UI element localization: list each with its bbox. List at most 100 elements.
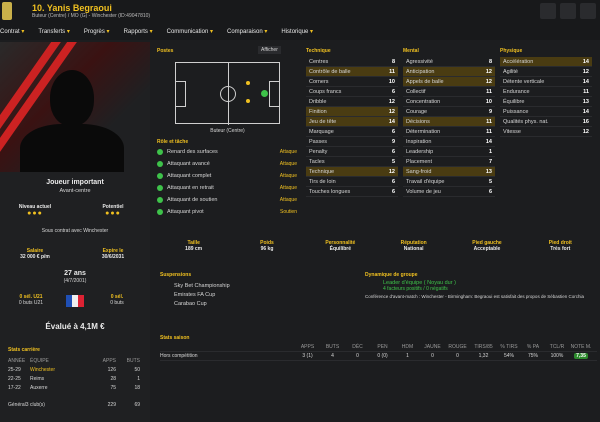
stats-row[interactable]: Hors compétition 3 (1) 4 00 (0) 10 0 1,32 … [160, 352, 597, 361]
current-ability: Niveau actuel ●●● [18, 204, 52, 217]
attribute-row[interactable]: Marquage 6 [306, 127, 398, 137]
mental-title: Mental [403, 48, 419, 54]
physique-attributes: Accélération 14 Agilité 12 Détente vertica… [500, 57, 592, 137]
career-row[interactable]: 17-22 Auxerre 75 18 [8, 383, 142, 392]
season-stats: Stats saison APPS BUTS DÉC PEN HDM JAUNE RO… [160, 335, 597, 361]
attribute-row[interactable]: Accélération 14 [500, 57, 592, 67]
attribute-row[interactable]: Concentration 10 [403, 97, 495, 107]
attribute-row[interactable]: Coups francs 6 [306, 87, 398, 97]
attribute-row[interactable]: Endurance 11 [500, 87, 592, 97]
attribute-row[interactable]: Dribble 12 [306, 97, 398, 107]
physique-title: Physique [500, 48, 523, 54]
personality[interactable]: Personnalité Équilibré [304, 240, 377, 268]
u21-caps: 0 sél. U21 0 buts U21 [18, 294, 44, 306]
attribute-row[interactable]: Détente verticale 14 [500, 77, 592, 87]
attribute-row[interactable]: Équilibre 13 [500, 97, 592, 107]
action-icon[interactable] [560, 3, 576, 19]
attribute-row[interactable]: Anticipation 12 [403, 67, 495, 77]
attribute-row[interactable]: Inspiration 14 [403, 137, 495, 147]
attribute-row[interactable]: Penalty 6 [306, 147, 398, 157]
nav-item[interactable]: Progrès [84, 28, 110, 38]
dynamics-text: Conférence d'avant-match : Winchester - … [365, 294, 584, 299]
attribute-row[interactable]: Appels de balle 12 [403, 77, 495, 87]
age: 27 ans [64, 270, 86, 277]
player-position: Avant-centre [59, 188, 91, 194]
club-badge-icon [2, 2, 12, 20]
attribute-row[interactable]: Collectif 11 [403, 87, 495, 97]
nav-item[interactable]: Rapports [124, 28, 153, 38]
salary: Salaire 32 000 € p/m [20, 248, 50, 260]
career-total: Général3 club(s) 229 69 [8, 401, 140, 408]
player-photo [0, 42, 150, 172]
attribute-row[interactable]: Leadership 1 [403, 147, 495, 157]
action-icon[interactable] [580, 3, 596, 19]
contract-expiry: Expire le 30/6/2031 [101, 248, 125, 260]
postes-title[interactable]: Postes [157, 48, 173, 54]
attribute-row[interactable]: Jeu de tête 14 [306, 117, 398, 127]
weight: Poids 96 kg [260, 240, 274, 252]
attribute-row[interactable]: Décisions 11 [403, 117, 495, 127]
competition-item[interactable]: Emirates FA Cup [174, 291, 360, 300]
attribute-row[interactable]: Agressivité 8 [403, 57, 495, 67]
career-title[interactable]: Stats carrière [8, 347, 142, 353]
nav-item[interactable]: Communication [167, 28, 213, 38]
position-marker-icon [246, 81, 250, 85]
mental-attributes: Agressivité 8 Anticipation 12 Appels de ba… [403, 57, 495, 197]
contract-text: Sous contrat avec Winchester [41, 228, 109, 234]
competition-item[interactable]: Sky Bet Championship [174, 282, 360, 291]
player-name: 10. Yanis Begraoui [32, 3, 112, 13]
date-of-birth: (4/7/2001) [63, 278, 87, 284]
player-value: Évalué à 4,1M € [45, 322, 105, 331]
attribute-row[interactable]: Tirs de loin 6 [306, 177, 398, 187]
competition-item[interactable]: Carabao Cup [174, 300, 360, 309]
attribute-row[interactable]: Corners 10 [306, 77, 398, 87]
suspensions-title: Suspensions [160, 272, 192, 278]
reputation[interactable]: Réputation National [377, 240, 450, 268]
technique-title: Technique [306, 48, 331, 54]
attribute-row[interactable]: Agilité 12 [500, 67, 592, 77]
attribute-row[interactable]: Volume de jeu 6 [403, 187, 495, 197]
attribute-row[interactable]: Placement 7 [403, 157, 495, 167]
technique-attributes: Centres 8 Contrôle de balle 11 Corners 10 C… [306, 57, 398, 197]
attribute-row[interactable]: Vitesse 12 [500, 127, 592, 137]
show-dropdown[interactable]: Afficher [258, 46, 281, 54]
roles-title[interactable]: Rôle et tâche [157, 139, 188, 145]
attribute-row[interactable]: Qualités phys. nat. 16 [500, 117, 592, 127]
role-item[interactable]: Attaquant avancé Attaque [157, 158, 297, 170]
stats-title[interactable]: Stats saison [160, 335, 597, 341]
action-icon[interactable] [540, 3, 556, 19]
dynamics-panel: Dynamique de groupe Leader d'équipe ( No… [365, 272, 595, 300]
factors-summary: 4 facteurs positifs / 0 négatifs [383, 286, 448, 292]
career-row[interactable]: 22-25 Reims 28 1 [8, 374, 142, 383]
attribute-row[interactable]: Centres 8 [306, 57, 398, 67]
attribute-row[interactable]: Contrôle de balle 11 [306, 67, 398, 77]
attribute-row[interactable]: Courage 9 [403, 107, 495, 117]
role-item[interactable]: Attaquant de soutien Attaque [157, 194, 297, 206]
nav-item[interactable]: Transferts [38, 28, 69, 38]
nav-item[interactable]: Historique [281, 28, 313, 38]
attribute-row[interactable]: Sang-froid 13 [403, 167, 495, 177]
attribute-row[interactable]: Technique 12 [306, 167, 398, 177]
position-marker-icon [261, 90, 268, 97]
top-bar: 10. Yanis Begraoui Buteur (Centre) / MO … [0, 0, 600, 40]
attribute-row[interactable]: Passes 9 [306, 137, 398, 147]
senior-caps: 0 sél. 0 buts [110, 294, 124, 306]
nav-bar: Contrat Transferts Progrès Rapports Comm… [0, 28, 313, 38]
pitch-role-label: Buteur (Centre) [210, 128, 245, 134]
attribute-row[interactable]: Travail d'équipe 5 [403, 177, 495, 187]
role-item[interactable]: Attaquant pivot Soutien [157, 206, 297, 218]
attribute-row[interactable]: Détermination 11 [403, 127, 495, 137]
nav-item[interactable]: Comparaison [227, 28, 267, 38]
role-item[interactable]: Renard des surfaces Attaque [157, 146, 297, 158]
attribute-row[interactable]: Puissance 14 [500, 107, 592, 117]
rating-badge: 7,35 [574, 353, 588, 359]
left-foot: Pied gauche Acceptable [472, 240, 502, 252]
attribute-row[interactable]: Tacles 5 [306, 157, 398, 167]
info-bar: Taille 189 cm Poids 96 kg Personnalité Équi… [157, 240, 597, 268]
career-row[interactable]: 25-29 Winchester 126 50 [8, 365, 142, 374]
nav-item[interactable]: Contrat [0, 28, 24, 38]
role-item[interactable]: Attaquant en retrait Attaque [157, 182, 297, 194]
attribute-row[interactable]: Finition 12 [306, 107, 398, 117]
role-item[interactable]: Attaquant complet Attaque [157, 170, 297, 182]
attribute-row[interactable]: Touches longues 6 [306, 187, 398, 197]
